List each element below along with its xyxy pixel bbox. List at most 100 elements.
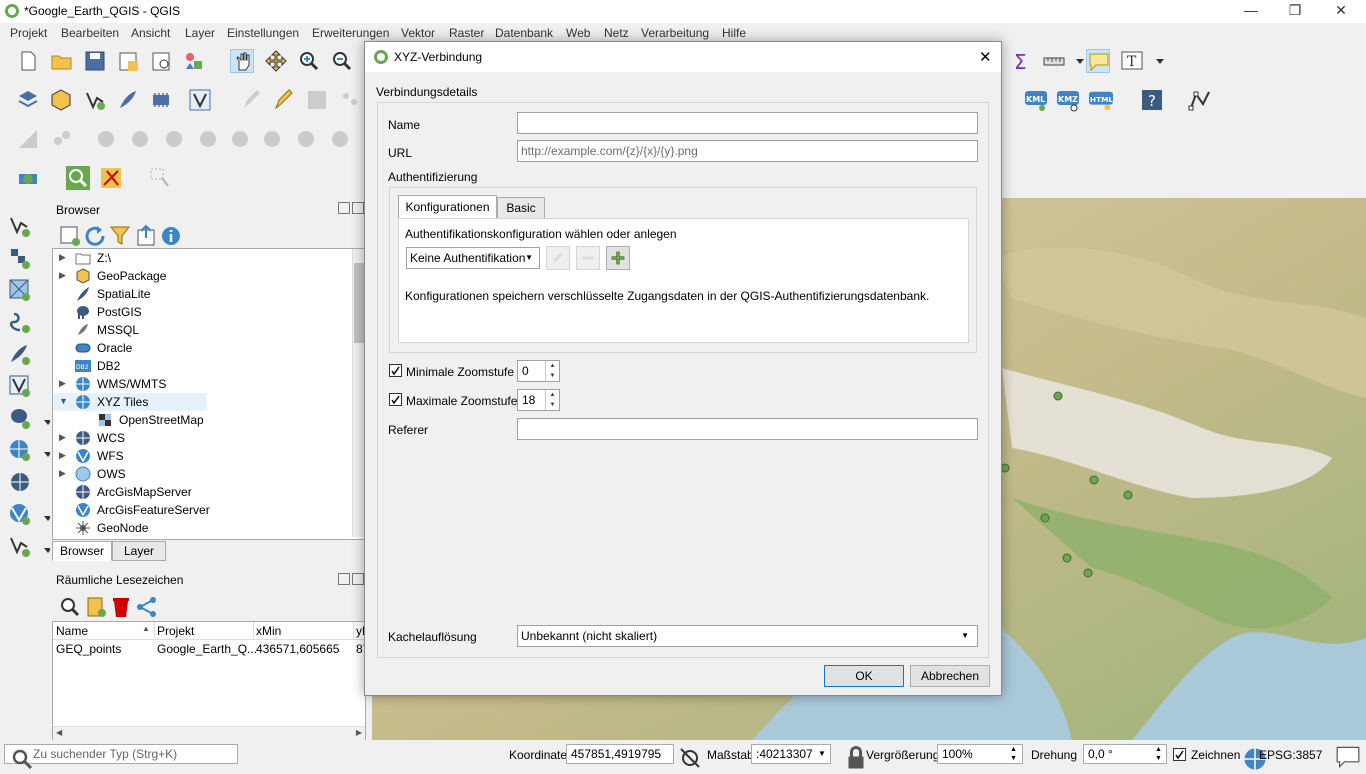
processing-toolbox-icon[interactable] xyxy=(99,166,123,190)
add-raster-layer-icon[interactable] xyxy=(8,246,32,270)
new-spatialite-icon[interactable] xyxy=(116,88,140,112)
browser-item-xyz-tiles[interactable]: ▼ XYZ Tiles xyxy=(53,393,207,411)
layout-manager-icon[interactable] xyxy=(149,49,173,73)
browser-item-z-drive[interactable]: ▶ Z:\ xyxy=(53,249,353,267)
tab-layer[interactable]: Layer xyxy=(112,541,166,561)
zoom-in-icon[interactable] xyxy=(297,49,321,73)
data-source-manager-icon[interactable] xyxy=(16,88,40,112)
browser-item-arcgisfeatureserver[interactable]: ArcGisFeatureServer xyxy=(53,501,353,519)
menu-raster[interactable]: Raster xyxy=(449,26,484,40)
save-edits-icon[interactable] xyxy=(305,88,329,112)
simplify-feature-icon[interactable] xyxy=(128,127,152,151)
minimize-button[interactable]: — xyxy=(1236,2,1266,20)
kml-export-icon[interactable]: KML xyxy=(1024,88,1048,112)
add-delimited-text-icon[interactable] xyxy=(8,310,32,334)
crs-globe-icon[interactable] xyxy=(1243,747,1266,770)
bookmarks-table[interactable]: Name ▲ Projekt xMin yM GEQ_points Google… xyxy=(52,621,366,742)
kmz-export-icon[interactable]: KMZ xyxy=(1056,88,1080,112)
menu-vektor[interactable]: Vektor xyxy=(401,26,435,40)
menu-einstellungen[interactable]: Einstellungen xyxy=(227,26,299,40)
delete-part-icon[interactable] xyxy=(294,127,318,151)
browser-item-wfs[interactable]: ▶ WFS xyxy=(53,447,353,465)
measure-line-icon[interactable] xyxy=(1042,49,1066,73)
expand-arrow[interactable]: ▶ xyxy=(59,252,66,263)
add-vector-layer-icon[interactable] xyxy=(8,214,32,238)
browser-item-postgis[interactable]: PostGIS xyxy=(53,303,353,321)
add-virtual-layer-icon[interactable] xyxy=(8,374,32,398)
vertex-tool-icon[interactable] xyxy=(1188,88,1212,112)
toggle-editing-icon[interactable] xyxy=(272,88,296,112)
zoom-to-bookmark-icon[interactable] xyxy=(58,595,80,617)
digitize-icon[interactable] xyxy=(240,88,264,112)
menu-projekt[interactable]: Projekt xyxy=(10,26,47,40)
fill-ring-icon[interactable] xyxy=(228,127,252,151)
add-selected-layers-icon[interactable] xyxy=(58,224,80,246)
help-icon[interactable]: ? xyxy=(1140,88,1164,112)
edit-auth-config-button[interactable] xyxy=(546,246,570,270)
zoom-out-icon[interactable] xyxy=(330,49,354,73)
min-zoom-spin-buttons[interactable]: ▲ ▼ xyxy=(545,361,559,381)
min-zoom-checkbox[interactable] xyxy=(389,364,402,377)
postgis-dropdown-icon[interactable] xyxy=(36,414,52,438)
spin-up-icon[interactable]: ▲ xyxy=(546,390,559,400)
tab-basic[interactable]: Basic xyxy=(497,197,545,219)
expand-arrow[interactable]: ▶ xyxy=(59,450,66,461)
add-part-icon[interactable] xyxy=(196,127,220,151)
browser-tree[interactable]: ▶ Z:\ ▶ GeoPackage SpatiaLite PostGIS MS… xyxy=(52,248,366,540)
add-spatialite-layer-icon[interactable] xyxy=(8,342,32,366)
browser-item-geonode[interactable]: GeoNode xyxy=(53,519,353,537)
add-ring-icon[interactable] xyxy=(162,127,186,151)
browser-item-arcgismapserver[interactable]: ArcGisMapServer xyxy=(53,483,353,501)
max-zoom-spinbox[interactable]: 18 ▲ ▼ xyxy=(517,389,560,411)
expand-arrow[interactable]: ▶ xyxy=(59,270,66,281)
scroll-right-icon[interactable]: ▶ xyxy=(356,728,362,737)
expand-arrow[interactable]: ▶ xyxy=(59,432,66,443)
ok-button[interactable]: OK xyxy=(824,665,904,687)
toggle-extents-icon[interactable] xyxy=(678,746,700,768)
expand-arrow[interactable]: ▶ xyxy=(59,378,66,389)
digitize-settings-icon[interactable] xyxy=(16,127,40,151)
close-window-button[interactable]: ✕ xyxy=(1326,2,1356,20)
table-row[interactable]: GEQ_points Google_Earth_Q... 436571,6056… xyxy=(53,640,365,658)
browser-item-oracle[interactable]: Oracle xyxy=(53,339,353,357)
lock-icon[interactable] xyxy=(844,746,864,769)
menu-layer[interactable]: Layer xyxy=(185,26,215,40)
render-checkbox[interactable] xyxy=(1173,748,1186,761)
new-geopackage-icon[interactable] xyxy=(49,88,73,112)
menu-web[interactable]: Web xyxy=(566,26,590,40)
refresh-icon[interactable] xyxy=(83,224,105,246)
column-header-project[interactable]: Projekt xyxy=(157,624,194,638)
spin-down-icon[interactable]: ▼ xyxy=(546,371,559,381)
add-postgis-layer-icon[interactable] xyxy=(8,406,32,430)
browser-item-db2[interactable]: DB2 DB2 xyxy=(53,357,353,375)
spin-up-icon[interactable]: ▲ xyxy=(546,361,559,371)
new-shapefile-icon[interactable] xyxy=(83,88,107,112)
measure-dropdown-icon[interactable] xyxy=(1068,49,1084,73)
add-mesh-layer-icon[interactable] xyxy=(8,278,32,302)
undock-icon[interactable] xyxy=(338,573,350,585)
crs-label[interactable]: EPSG:3857 xyxy=(1259,748,1322,762)
annotation-dropdown-icon[interactable] xyxy=(1148,49,1164,73)
move-feature-icon[interactable] xyxy=(50,127,74,151)
browser-item-mssql[interactable]: MSSQL xyxy=(53,321,353,339)
menu-hilfe[interactable]: Hilfe xyxy=(722,26,746,40)
rotate-feature-icon[interactable] xyxy=(94,127,118,151)
text-annotation-icon[interactable]: T xyxy=(1120,49,1144,73)
pan-to-selection-icon[interactable] xyxy=(264,49,288,73)
undock-icon[interactable] xyxy=(338,202,350,214)
name-input[interactable] xyxy=(517,112,978,134)
dialog-close-button[interactable]: ✕ xyxy=(979,48,992,66)
rotation-spin-icon[interactable]: ▲ ▼ xyxy=(1155,745,1162,763)
cancel-button[interactable]: Abbrechen xyxy=(910,665,990,687)
expand-arrow[interactable]: ▶ xyxy=(59,468,66,479)
browser-item-wms-wmts[interactable]: ▶ WMS/WMTS xyxy=(53,375,353,393)
browser-item-geopackage[interactable]: ▶ GeoPackage xyxy=(53,267,353,285)
messages-icon[interactable] xyxy=(1336,745,1360,769)
scale-dropdown-icon[interactable]: ▼ xyxy=(818,749,826,758)
close-panel-icon[interactable] xyxy=(352,202,364,214)
statistics-sum-icon[interactable]: Σ xyxy=(1010,49,1034,74)
new-bookmark-icon[interactable] xyxy=(84,595,106,617)
tab-browser[interactable]: Browser xyxy=(52,541,112,561)
close-panel-icon[interactable] xyxy=(352,573,364,585)
reshape-icon[interactable] xyxy=(328,127,352,151)
